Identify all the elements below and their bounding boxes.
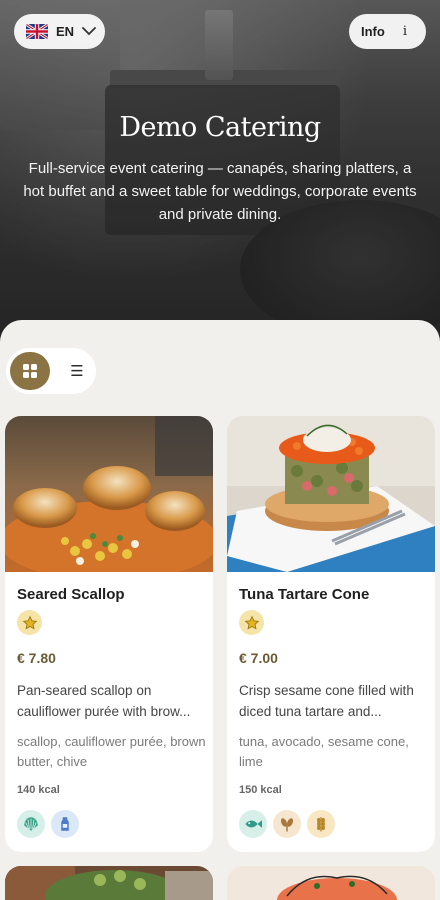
dish-image [227,866,435,900]
item-name: Seared Scallop [17,586,125,603]
gluten-icon [307,810,335,838]
sesame-icon [273,810,301,838]
fish-icon [239,810,267,838]
item-calories: 140 kcal [17,784,60,796]
item-ingredients: scallop, cauliflower purée, brown butter… [17,734,206,769]
page-description: Full-service event catering — canapés, s… [23,160,417,223]
menu-item-card[interactable] [5,866,213,900]
item-description: Crisp sesame cone filled with diced tuna… [239,683,414,719]
item-price: € 7.80 [17,650,56,666]
allergen-list [17,810,79,838]
menu-item-card[interactable]: Tuna Tartare Cone € 7.00 Crisp sesame co… [227,416,435,852]
menu-item-card[interactable] [227,866,435,900]
item-name: Tuna Tartare Cone [239,586,370,603]
view-toggle: ☰ [6,348,96,394]
dish-image [5,866,213,900]
info-label: Info [361,24,385,39]
page-title: Demo Catering [119,112,321,143]
list-view-button[interactable]: ☰ [61,352,93,390]
info-button[interactable]: Info i [349,14,426,49]
milk-icon [51,810,79,838]
grid-icon [23,364,37,378]
language-selector[interactable]: EN [14,14,105,49]
menu-item-card[interactable]: Seared Scallop € 7.80 Pan-seared scallop… [5,416,213,852]
dish-image [5,416,213,572]
grid-view-button[interactable] [10,352,50,390]
uk-flag-icon [26,24,48,39]
star-icon [239,610,264,635]
shellfish-icon [17,810,45,838]
list-icon: ☰ [70,362,84,380]
star-icon [17,610,42,635]
allergen-list [239,810,335,838]
dish-image [227,416,435,572]
item-ingredients: tuna, avocado, sesame cone, lime [239,734,409,769]
language-label: EN [56,24,75,39]
chevron-down-icon [82,24,96,39]
item-calories: 150 kcal [239,784,282,796]
item-description: Pan-seared scallop on cauliflower purée … [17,683,191,719]
info-icon: i [402,24,407,39]
item-price: € 7.00 [239,650,278,666]
